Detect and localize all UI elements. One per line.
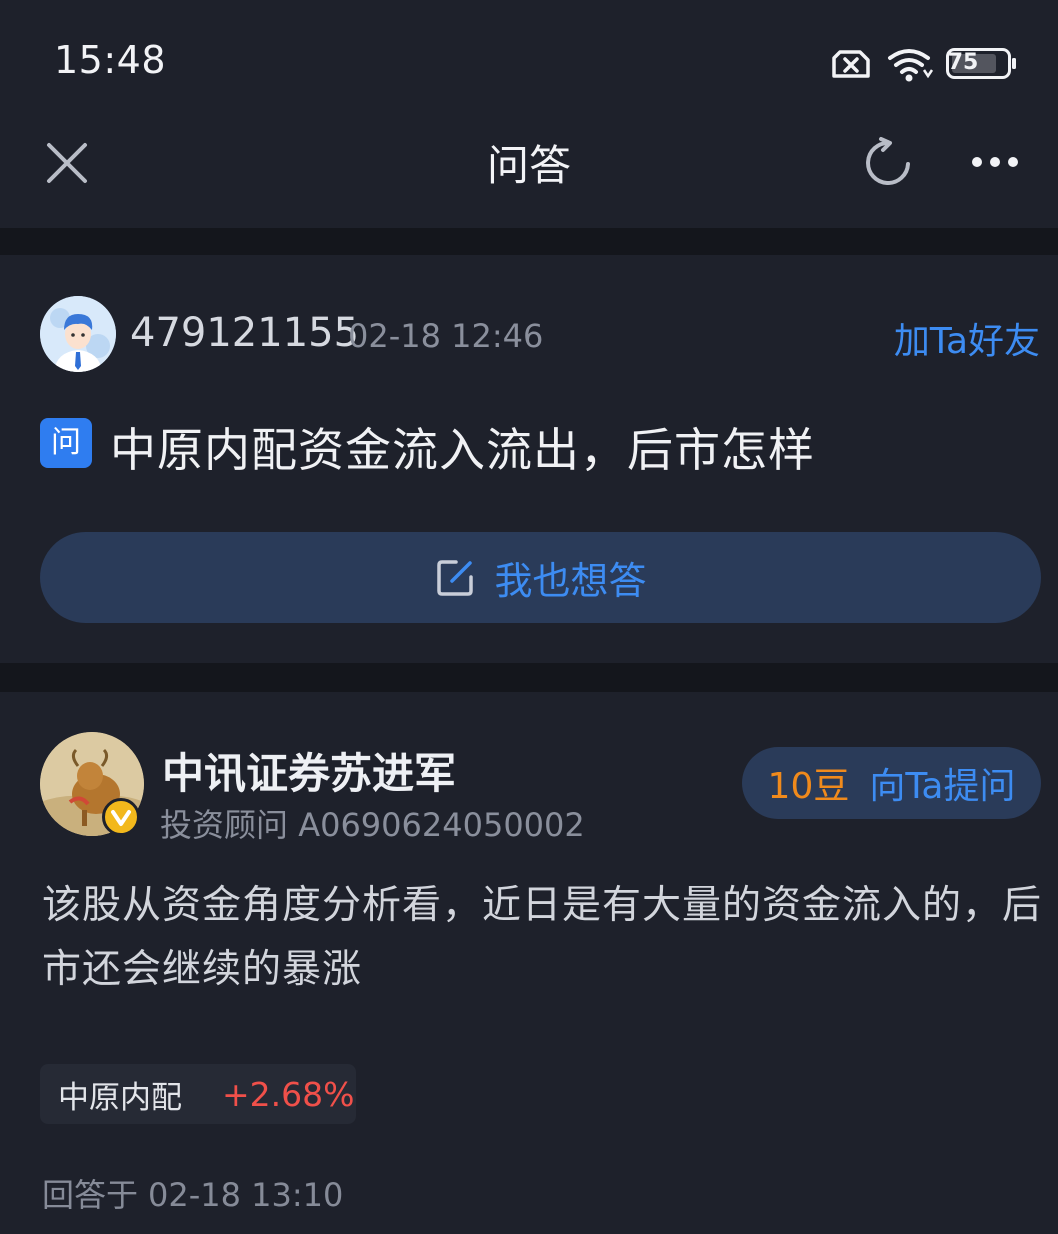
answer-text: 该股从资金角度分析看，近日是有大量的资金流入的，后市还会继续的暴涨	[42, 883, 1043, 992]
question-text: 中原内配资金流入流出，后市怎样	[110, 423, 815, 477]
section-divider	[0, 228, 1058, 255]
i-want-to-answer-button[interactable]: 我也想答	[40, 532, 1041, 623]
verified-v-icon	[111, 810, 131, 826]
asker-avatar[interactable]	[40, 296, 116, 372]
answered-timestamp: 02-18 13:10	[148, 1176, 344, 1214]
asked-time: 02-18 12:46	[348, 317, 544, 355]
status-time: 15:48	[54, 38, 167, 82]
advisor-title: 投资顾问	[160, 806, 289, 844]
verified-badge	[102, 798, 140, 836]
advisor-credential: 投资顾问 A0690624050002	[160, 800, 585, 846]
ask-label: 向Ta提问	[869, 766, 1016, 807]
user-avatar-icon	[40, 296, 116, 372]
status-bar: 15:48 75	[0, 0, 1058, 120]
stock-name: 中原内配	[58, 1079, 182, 1116]
sim-error-icon	[832, 50, 870, 78]
wifi-icon	[888, 49, 934, 82]
ask-price: 10豆	[767, 766, 850, 807]
answer-button-label: 我也想答	[494, 559, 647, 603]
answered-prefix: 回答于	[42, 1176, 139, 1214]
advisor-name[interactable]: 中讯证券苏进军	[162, 740, 456, 801]
battery-level: 75	[947, 50, 979, 75]
ask-advisor-button[interactable]: 10豆 向Ta提问	[742, 747, 1041, 819]
section-divider	[0, 663, 1058, 692]
add-friend-button[interactable]: 加Ta好友	[894, 312, 1040, 364]
question-badge: 问	[40, 418, 92, 468]
stock-change: +2.68%	[222, 1074, 355, 1114]
answered-time: 回答于 02-18 13:10	[42, 1170, 353, 1216]
advisor-id: A0690624050002	[298, 806, 585, 844]
refresh-button[interactable]	[862, 136, 916, 190]
more-button[interactable]	[966, 140, 1024, 184]
status-icons: 75	[830, 42, 1020, 86]
asker-name[interactable]: 479121155	[130, 310, 359, 356]
refresh-icon	[866, 137, 910, 185]
edit-icon	[437, 559, 474, 596]
more-icon	[972, 157, 1018, 167]
stock-chip[interactable]: 中原内配 +2.68%	[40, 1064, 356, 1124]
answer-button-content: 我也想答	[40, 532, 1041, 623]
